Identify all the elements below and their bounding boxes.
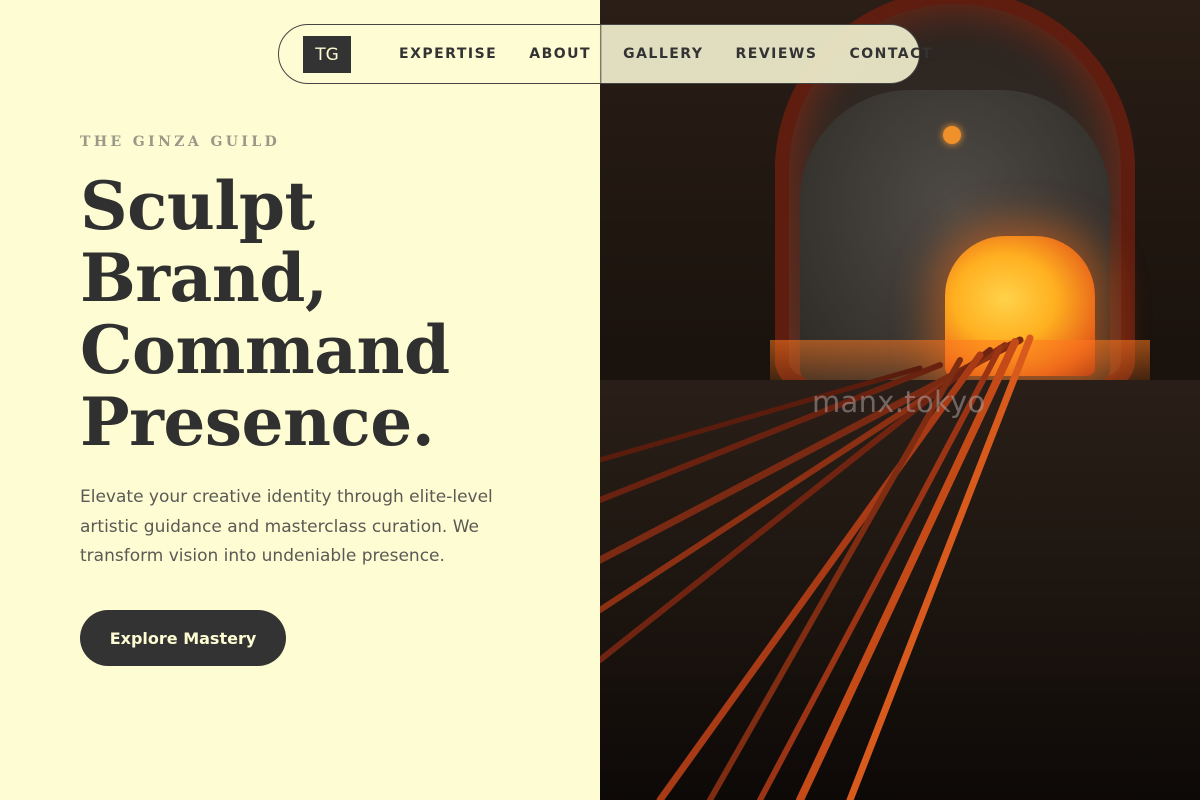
nav-link-gallery[interactable]: GALLERY — [623, 46, 703, 62]
nav-link-reviews[interactable]: REVIEWS — [735, 46, 817, 62]
headline-line: Brand, — [80, 239, 328, 317]
main-navigation: TG EXPERTISE ABOUT GALLERY REVIEWS CONTA… — [278, 24, 931, 84]
headline-line: Command — [80, 311, 450, 389]
explore-mastery-button[interactable]: Explore Mastery — [80, 610, 286, 666]
headline-line: Presence. — [80, 383, 435, 461]
hero-headline: Sculpt Brand, Command Presence. — [80, 170, 560, 458]
headline-line: Sculpt — [80, 167, 315, 245]
brand-logo[interactable]: TG — [303, 36, 351, 73]
nav-link-expertise[interactable]: EXPERTISE — [399, 46, 497, 62]
hero-section: THE GINZA GUILD Sculpt Brand, Command Pr… — [0, 0, 600, 800]
nav-link-contact[interactable]: CONTACT — [849, 46, 933, 62]
hero-eyebrow: THE GINZA GUILD — [80, 134, 281, 150]
hero-description: Elevate your creative identity through e… — [80, 487, 493, 566]
image-watermark: manx.tokyo — [812, 385, 986, 419]
nav-link-about[interactable]: ABOUT — [529, 46, 591, 62]
nav-links: EXPERTISE ABOUT GALLERY REVIEWS CONTACT — [399, 25, 933, 83]
hero-image-kiln: manx.tokyo — [600, 0, 1200, 800]
